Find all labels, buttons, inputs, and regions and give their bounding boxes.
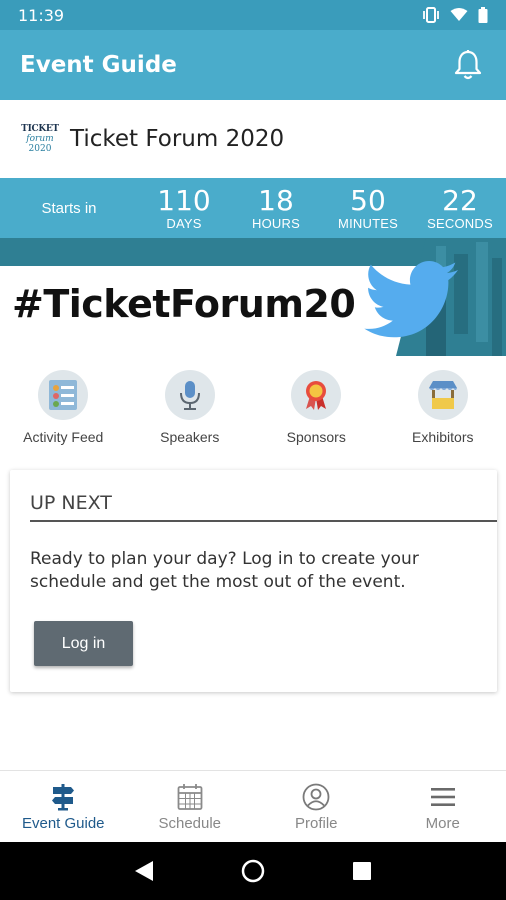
notifications-button[interactable]: [450, 47, 486, 83]
quick-link-activity-feed[interactable]: Activity Feed: [0, 370, 127, 460]
quick-link-sponsors[interactable]: Sponsors: [253, 370, 380, 460]
nav-profile[interactable]: Profile: [253, 771, 380, 842]
menu-icon: [430, 788, 455, 806]
logo-line-3: 2020: [28, 144, 52, 154]
countdown-minutes: 50 MINUTES: [322, 183, 414, 231]
countdown-seconds: 22 SECONDS: [414, 183, 506, 231]
logo-line-2: forum: [26, 134, 54, 144]
up-next-title: UP NEXT: [30, 492, 497, 522]
vibrate-icon: [423, 7, 439, 23]
quick-link-exhibitors[interactable]: Exhibitors: [380, 370, 506, 460]
profile-icon: [302, 783, 330, 811]
status-icons: [422, 7, 488, 23]
microphone-icon: [164, 370, 215, 420]
countdown-unit-label: HOURS: [252, 215, 300, 231]
countdown-hours: 18 HOURS: [230, 183, 322, 231]
nav-more[interactable]: More: [380, 771, 506, 842]
up-next-message: Ready to plan your day? Log in to create…: [30, 549, 419, 592]
nav-event-guide[interactable]: Event Guide: [0, 771, 127, 842]
quick-link-speakers[interactable]: Speakers: [127, 370, 254, 460]
signpost-icon: [52, 784, 75, 811]
bottom-nav: Event Guide Schedule Profile More: [0, 770, 506, 842]
countdown-value: 18: [258, 183, 294, 217]
status-time: 11:39: [18, 5, 65, 25]
countdown-value: 110: [157, 183, 211, 217]
system-nav-bar: [0, 842, 506, 900]
status-bar: 11:39: [0, 0, 506, 30]
quick-link-label: Speakers: [160, 429, 220, 445]
countdown-value: 22: [442, 183, 478, 217]
nav-label: More: [425, 815, 460, 832]
countdown-bar: Starts in 110 DAYS 18 HOURS 50 MINUTES 2…: [0, 178, 506, 238]
logo-line-1: TICKET: [21, 124, 59, 134]
countdown-unit-label: DAYS: [166, 215, 202, 231]
countdown-days: 110 DAYS: [138, 183, 230, 231]
nav-schedule[interactable]: Schedule: [127, 771, 254, 842]
up-next-card: UP NEXT Ready to plan your day? Log in t…: [10, 470, 497, 692]
quick-links: Activity Feed Speakers Sponsors Exhibito…: [0, 370, 506, 460]
event-logo: TICKET forum 2020: [21, 121, 59, 157]
nav-label: Profile: [294, 815, 338, 832]
event-header: TICKET forum 2020 Ticket Forum 2020: [0, 100, 506, 178]
nav-label: Schedule: [158, 815, 222, 832]
quick-link-label: Sponsors: [286, 429, 346, 445]
quick-link-label: Exhibitors: [412, 429, 474, 445]
countdown-unit-label: MINUTES: [338, 215, 398, 231]
booth-icon: [417, 370, 468, 420]
ribbon-icon: [291, 370, 342, 420]
event-name: Ticket Forum 2020: [70, 126, 285, 152]
countdown-unit-label: SECONDS: [427, 215, 493, 231]
app-bar: Event Guide: [0, 30, 506, 100]
twitter-icon: [364, 261, 458, 338]
countdown-label: Starts in: [41, 199, 97, 217]
bell-icon: [454, 50, 482, 80]
back-icon[interactable]: [133, 859, 155, 883]
recents-icon[interactable]: [351, 860, 373, 882]
quick-link-label: Activity Feed: [23, 429, 104, 445]
wifi-icon: [450, 8, 468, 21]
banner-hashtag: #TicketForum20: [12, 282, 356, 326]
event-banner[interactable]: #TicketForum20: [0, 238, 506, 356]
home-icon[interactable]: [240, 858, 266, 884]
activity-feed-icon: [38, 370, 89, 420]
battery-icon: [478, 7, 488, 23]
login-button[interactable]: Log in: [34, 621, 133, 666]
countdown-value: 50: [350, 183, 386, 217]
nav-label: Event Guide: [21, 815, 105, 832]
calendar-icon: [177, 784, 203, 810]
app-title: Event Guide: [20, 52, 177, 78]
